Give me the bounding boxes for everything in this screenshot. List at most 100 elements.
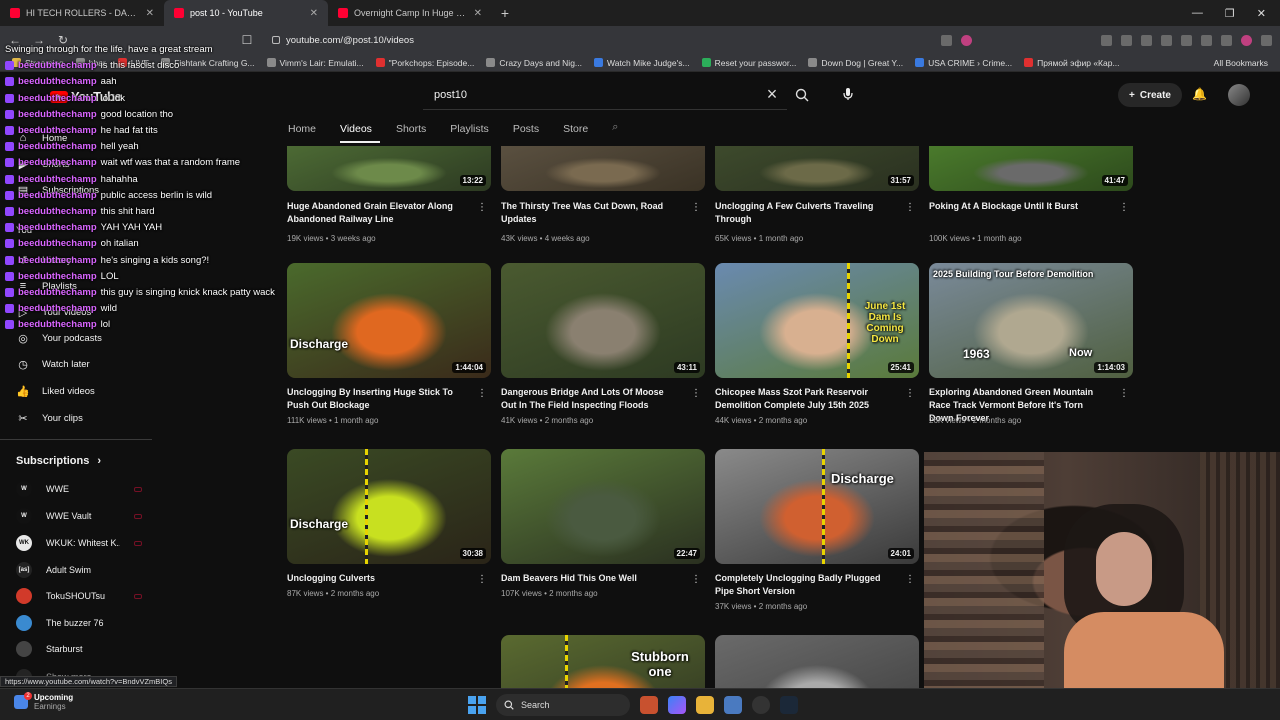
bookmark-item[interactable]: Down Dog | Great Y... [808,58,903,68]
more-options-icon[interactable]: ⋮ [477,202,487,213]
tab-posts[interactable]: Posts [513,121,547,143]
video-title[interactable]: The Thirsty Tree Was Cut Down, Road Upda… [501,200,681,226]
search-input[interactable]: post10 × [423,80,787,110]
video-thumbnail[interactable]: 30:38 Discharge [287,449,491,564]
close-window-icon[interactable]: ✕ [1257,7,1266,20]
video-card[interactable]: 1:14:03 2025 Building Tour Before Demolit… [929,263,1133,425]
video-title[interactable]: Poking At A Blockage Until It Burst [929,200,1109,213]
more-options-icon[interactable]: ⋮ [905,202,915,213]
video-title[interactable]: Unclogging By Inserting Huge Stick To Pu… [287,386,467,412]
video-card[interactable]: Stubborn one [501,635,705,688]
notepad-icon[interactable] [724,696,742,714]
cast-icon[interactable] [941,34,952,46]
browser-tab-1[interactable]: post 10 - YouTube ✕ [164,0,328,26]
bookmark-item[interactable]: Прямой эфир «Кар... [1024,58,1120,68]
more-options-icon[interactable]: ⋮ [691,202,701,213]
clear-search-icon[interactable]: × [757,84,787,105]
taskbar-search-input[interactable]: Search [496,694,630,716]
more-options-icon[interactable]: ⋮ [477,574,487,585]
extension-icon[interactable] [1181,34,1192,46]
subscriptions-heading[interactable]: Subscriptions › [16,455,101,467]
file-explorer-icon[interactable] [696,696,714,714]
video-thumbnail[interactable]: 25:41 June 1st Dam Is Coming Down [715,263,919,378]
extension-icon[interactable] [1121,34,1132,46]
video-thumbnail[interactable]: 43:11 [501,263,705,378]
tab-store[interactable]: Store [563,121,596,143]
music-icon[interactable] [1141,34,1152,46]
extension-icon[interactable] [961,34,972,46]
close-tab-icon[interactable]: ✕ [474,8,482,19]
sidebar-item-watch-later[interactable]: ◷ Watch later [16,357,90,371]
profile-icon[interactable] [1241,34,1252,46]
subscription-item[interactable]: WK WKUK: Whitest K... [16,535,142,551]
more-options-icon[interactable]: ⋮ [905,388,915,399]
video-thumbnail[interactable]: 22:47 [501,449,705,564]
all-bookmarks[interactable]: All Bookmarks [1199,58,1280,68]
subscription-item[interactable]: Starburst [16,641,142,657]
channel-search-icon[interactable]: ⌕ [612,121,618,143]
obs-icon[interactable] [752,696,770,714]
notifications-bell-icon[interactable]: 🔔 [1192,87,1207,101]
video-thumbnail[interactable]: 31:57 [715,146,919,191]
extension-icon[interactable] [1101,34,1112,46]
account-avatar[interactable] [1228,84,1250,106]
subscription-item[interactable]: W WWE Vault [16,508,142,524]
widgets-button[interactable]: Upcoming Earnings [14,692,73,711]
menu-icon[interactable] [1261,34,1272,46]
close-tab-icon[interactable]: ✕ [310,8,318,19]
close-tab-icon[interactable]: ✕ [146,8,154,19]
subscription-item[interactable]: The buzzer 76 [16,615,142,631]
bookmark-item[interactable]: Watch Mike Judge's... [594,58,690,68]
tab-playlists[interactable]: Playlists [450,121,497,143]
video-card[interactable] [715,635,919,688]
video-title[interactable]: Completely Unclogging Badly Plugged Pipe… [715,572,895,598]
video-thumbnail[interactable]: Stubborn one [501,635,705,688]
subscription-item[interactable]: W WWE [16,481,142,497]
sidepanel-icon[interactable] [1161,34,1172,46]
bookmark-item[interactable]: "Porkchops: Episode... [375,58,474,68]
bookmark-item[interactable]: USA CRIME › Crime... [915,58,1012,68]
video-thumbnail[interactable]: 24:01 Discharge [715,449,919,564]
new-tab-button[interactable]: + [492,5,518,21]
video-thumbnail[interactable] [715,635,919,688]
more-options-icon[interactable]: ⋮ [905,574,915,585]
sidebar-item-liked-videos[interactable]: 👍 Liked videos [16,384,95,398]
video-thumbnail[interactable]: 1:14:03 2025 Building Tour Before Demolit… [929,263,1133,378]
site-info-icon[interactable] [272,36,280,44]
video-title[interactable]: Chicopee Mass Szot Park Reservoir Demoli… [715,386,895,412]
brave-browser-icon[interactable] [640,696,658,714]
bookmark-item[interactable]: Crazy Days and Nig... [486,58,582,68]
tab-shorts[interactable]: Shorts [396,121,434,143]
subscription-item[interactable]: TokuSHOUTsu [16,588,142,604]
copilot-icon[interactable] [668,696,686,714]
video-card[interactable]: The Thirsty Tree Was Cut Down, Road Upda… [501,146,705,243]
video-card[interactable]: 24:01 Discharge Completely Unclogging Badl… [715,449,919,611]
tab-videos[interactable]: Videos [340,121,380,143]
more-options-icon[interactable]: ⋮ [1119,202,1129,213]
video-card[interactable]: 30:38 Discharge Unclogging Culverts ⋮ 87K vi… [287,449,491,598]
video-card[interactable]: 25:41 June 1st Dam Is Coming Down Chicopee… [715,263,919,425]
video-thumbnail[interactable]: 13:22 [287,146,491,191]
video-card[interactable]: 41:47 Poking At A Blockage Until It Burst… [929,146,1133,243]
more-options-icon[interactable]: ⋮ [477,388,487,399]
video-card[interactable]: 43:11 Dangerous Bridge And Lots Of Moose … [501,263,705,425]
more-options-icon[interactable]: ⋮ [691,574,701,585]
bookmark-item[interactable]: Reset your passwor... [701,58,796,68]
video-card[interactable]: 13:22 Huge Abandoned Grain Elevator Along… [287,146,491,243]
video-thumbnail[interactable] [501,146,705,191]
minimize-icon[interactable]: — [1192,7,1203,20]
video-title[interactable]: Unclogging A Few Culverts Traveling Thro… [715,200,895,226]
video-title[interactable]: Unclogging Culverts [287,572,467,585]
video-title[interactable]: Dam Beavers Hid This One Well [501,572,681,585]
video-card[interactable]: 1:44:04 Discharge Unclogging By Inserting … [287,263,491,425]
more-options-icon[interactable]: ⋮ [691,388,701,399]
create-button[interactable]: + Create [1118,83,1182,107]
shield-icon[interactable] [1221,34,1232,46]
extension-icon[interactable] [1201,34,1212,46]
video-card[interactable]: 31:57 Unclogging A Few Culverts Traveling… [715,146,919,243]
browser-tab-2[interactable]: Overnight Camp In Huge Culvert - Yo ✕ [328,0,492,26]
search-button[interactable] [790,83,814,107]
more-options-icon[interactable]: ⋮ [1119,388,1129,399]
video-card[interactable]: 22:47 Dam Beavers Hid This One Well ⋮ 107K … [501,449,705,598]
video-title[interactable]: Huge Abandoned Grain Elevator Along Aban… [287,200,467,226]
